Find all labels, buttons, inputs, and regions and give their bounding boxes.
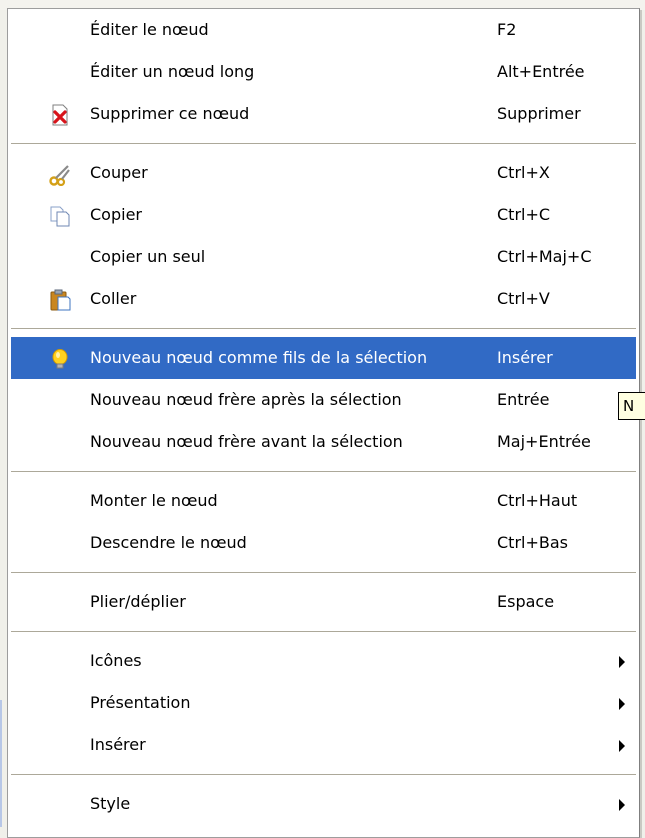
submenu-arrow-icon xyxy=(619,698,625,710)
context-menu: Éditer le nœud F2 Éditer un nœud long Alt+E… xyxy=(7,8,640,838)
clipboard-icon xyxy=(48,288,72,312)
menu-item-copy[interactable]: Copier Ctrl+C xyxy=(8,194,639,236)
menu-item-label: Nouveau nœud frère après la sélection xyxy=(90,390,402,409)
menu-item-label: Copier un seul xyxy=(90,247,206,266)
scissors-icon xyxy=(48,162,72,187)
menu-item-copy-single[interactable]: Copier un seul Ctrl+Maj+C xyxy=(8,236,639,278)
menu-item-shortcut: Entrée xyxy=(497,390,550,409)
menu-item-shortcut: Supprimer xyxy=(497,104,581,123)
menu-item-shortcut: Alt+Entrée xyxy=(497,62,585,81)
menu-separator xyxy=(8,320,639,337)
menu-item-label: Monter le nœud xyxy=(90,491,218,510)
menu-separator xyxy=(8,463,639,480)
background-window-edge xyxy=(0,700,2,827)
menu-separator xyxy=(8,564,639,581)
lightbulb-icon xyxy=(48,347,72,371)
submenu-arrow-icon xyxy=(619,740,625,752)
menu-item-label: Nouveau nœud frère avant la sélection xyxy=(90,432,403,451)
menu-item-label: Supprimer ce nœud xyxy=(90,104,250,123)
tooltip-text: N xyxy=(623,397,635,415)
menu-item-fold-unfold[interactable]: Plier/déplier Espace xyxy=(8,581,639,623)
submenu-arrow-icon xyxy=(619,799,625,811)
menu-separator xyxy=(8,623,639,640)
menu-item-edit-node[interactable]: Éditer le nœud F2 xyxy=(8,9,639,51)
menu-item-shortcut: Espace xyxy=(497,592,555,611)
menu-item-shortcut: Ctrl+Bas xyxy=(497,533,568,552)
menu-item-delete-node[interactable]: Supprimer ce nœud Supprimer xyxy=(8,93,639,135)
menu-item-cut[interactable]: Couper Ctrl+X xyxy=(8,152,639,194)
menu-item-style[interactable]: Style xyxy=(8,783,639,825)
menu-item-insert[interactable]: Insérer xyxy=(8,724,639,766)
menu-item-shortcut: Ctrl+C xyxy=(497,205,551,224)
menu-item-label: Couper xyxy=(90,163,148,182)
menu-separator xyxy=(8,766,639,783)
menu-item-presentation[interactable]: Présentation xyxy=(8,682,639,724)
menu-item-label: Icônes xyxy=(90,651,142,670)
menu-item-edit-long-node[interactable]: Éditer un nœud long Alt+Entrée xyxy=(8,51,639,93)
menu-item-label: Coller xyxy=(90,289,137,308)
delete-icon xyxy=(48,103,72,127)
menu-item-shortcut: Ctrl+Maj+C xyxy=(497,247,592,266)
menu-item-label: Style xyxy=(90,794,131,813)
menu-item-shortcut: Maj+Entrée xyxy=(497,432,591,451)
menu-item-move-up[interactable]: Monter le nœud Ctrl+Haut xyxy=(8,480,639,522)
menu-separator xyxy=(8,135,639,152)
menu-item-shortcut: Ctrl+X xyxy=(497,163,550,182)
menu-item-label: Éditer un nœud long xyxy=(90,62,255,81)
menu-item-shortcut: F2 xyxy=(497,20,517,39)
copy-icon xyxy=(48,204,72,228)
menu-item-label: Nouveau nœud comme fils de la sélection xyxy=(90,348,428,367)
menu-item-move-down[interactable]: Descendre le nœud Ctrl+Bas xyxy=(8,522,639,564)
menu-item-label: Descendre le nœud xyxy=(90,533,247,552)
menu-item-new-sibling-after[interactable]: Nouveau nœud frère après la sélection Ent… xyxy=(8,379,639,421)
tooltip: N xyxy=(618,392,645,420)
menu-item-shortcut: Ctrl+V xyxy=(497,289,550,308)
menu-item-shortcut: Insérer xyxy=(497,348,553,367)
menu-item-icons[interactable]: Icônes xyxy=(8,640,639,682)
menu-item-new-sibling-before[interactable]: Nouveau nœud frère avant la sélection Maj… xyxy=(8,421,639,463)
menu-item-new-child-node[interactable]: Nouveau nœud comme fils de la sélection I… xyxy=(11,337,636,379)
menu-item-label: Présentation xyxy=(90,693,191,712)
menu-item-label: Plier/déplier xyxy=(90,592,186,611)
menu-item-shortcut: Ctrl+Haut xyxy=(497,491,578,510)
menu-item-label: Copier xyxy=(90,205,142,224)
menu-item-label: Insérer xyxy=(90,735,146,754)
submenu-arrow-icon xyxy=(619,656,625,668)
menu-item-paste[interactable]: Coller Ctrl+V xyxy=(8,278,639,320)
menu-item-label: Éditer le nœud xyxy=(90,20,209,39)
